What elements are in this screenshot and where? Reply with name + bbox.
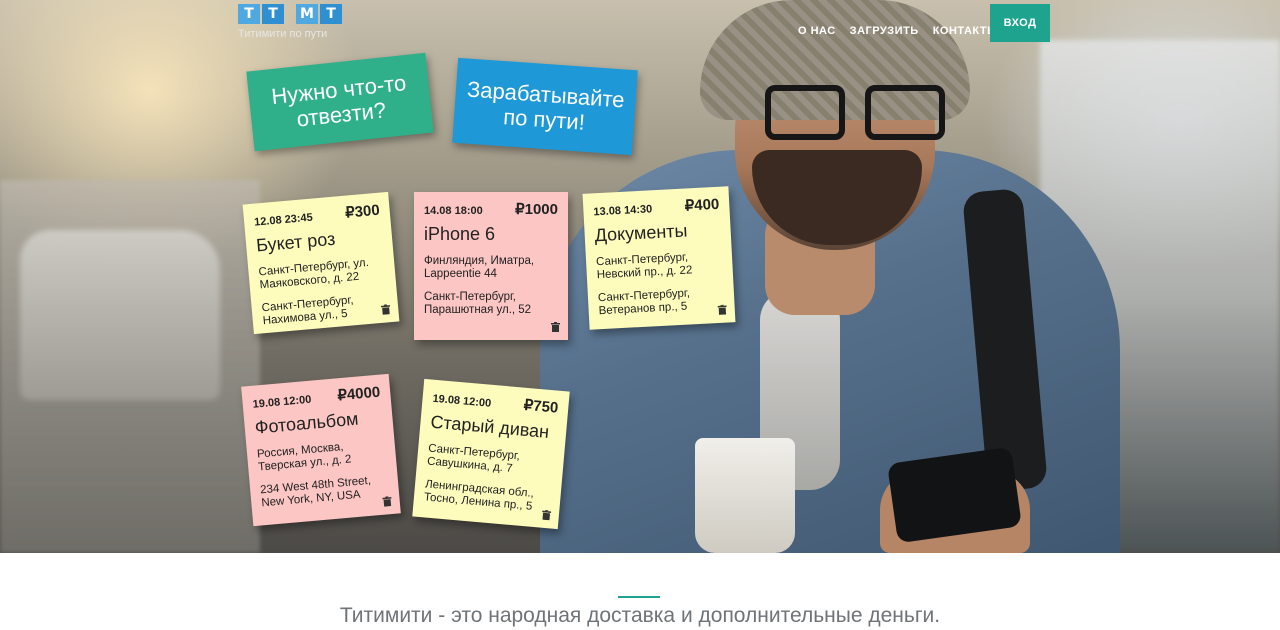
logo-gap [286,4,294,24]
earn-cta-card[interactable]: Зарабатывайте по пути! [452,57,638,156]
trash-icon[interactable] [541,509,552,521]
note-from-address: Финляндия, Иматра, Lappeentie 44 [424,255,535,280]
note-from-address: Санкт-Петербург, ул. Маяковского, д. 22 [258,256,370,292]
background-car [20,230,220,400]
note-title: Фотоальбом [253,408,360,438]
delivery-note[interactable]: 19.08 12:00 ₽4000 Фотоальбом Россия, Моск… [241,373,401,527]
section-divider [618,596,660,598]
note-price: ₽1000 [515,201,558,218]
trash-icon[interactable] [717,304,728,315]
note-date: 19.08 12:00 [252,393,312,411]
section-headline: Титимити - это народная доставка и допол… [339,604,941,627]
note-from-address: Санкт-Петербург, Савушкина, д. 7 [426,442,521,475]
note-to-address: Ленинградская обл., Тосно, Ленина пр., 5 [423,478,535,513]
note-price: ₽4000 [336,383,381,405]
logo[interactable]: Т Т М Т [238,4,342,24]
note-to-address: Санкт-Петербург, Парашютная ул., 52 [424,291,532,316]
trash-icon[interactable] [380,304,391,315]
note-from-address: Россия, Москва, Тверская ул., д. 2 [256,441,352,474]
note-from-address: Санкт-Петербург, Невский пр., д. 22 [595,251,693,282]
nav-contacts[interactable]: КОНТАКТЫ [933,25,999,37]
note-price: ₽400 [684,195,720,215]
coffee-cup [695,438,795,553]
logo-letter: Т [238,4,260,24]
nav-about[interactable]: О НАС [798,25,836,37]
note-price: ₽300 [344,201,381,222]
note-title: iPhone 6 [424,224,496,244]
delivery-note[interactable]: 12.08 23:45 ₽300 Букет роз Санкт-Петербур… [242,191,400,335]
note-title: Старый диван [429,411,550,442]
glasses-lens-right [865,85,945,140]
logo-letter: Т [262,4,284,24]
note-title: Документы [594,220,688,246]
note-date: 13.08 14:30 [593,203,653,219]
main-nav: О НАС ЗАГРУЗИТЬ КОНТАКТЫ [798,25,998,37]
login-button[interactable]: ВХОД [990,4,1050,42]
delivery-note[interactable]: 13.08 14:30 ₽400 Документы Санкт-Петербур… [582,186,736,330]
glasses-lens-left [765,85,845,140]
trash-icon[interactable] [382,496,392,507]
delivery-note[interactable]: 19.08 12:00 ₽750 Старый диван Санкт-Петер… [412,378,570,530]
nav-upload[interactable]: ЗАГРУЗИТЬ [850,25,919,37]
note-date: 19.08 12:00 [432,392,492,410]
note-to-address: Санкт-Петербург, Нахимова ул., 5 [261,294,354,328]
logo-letter: М [296,4,318,24]
note-date: 12.08 23:45 [253,211,314,229]
tagline: Титимити по пути [238,28,328,40]
note-price: ₽750 [523,396,559,417]
note-to-address: 234 West 48th Street, New York, NY, USA [259,474,372,510]
logo-letter: Т [320,4,342,24]
note-to-address: Санкт-Петербург, Ветеранов пр., 5 [597,287,691,318]
delivery-note[interactable]: 14.08 18:00 ₽1000 iPhone 6 Финляндия, Има… [414,192,568,340]
glasses [765,85,955,145]
note-date: 14.08 18:00 [424,205,483,217]
trash-icon[interactable] [551,322,560,332]
note-title: Букет роз [255,228,337,256]
